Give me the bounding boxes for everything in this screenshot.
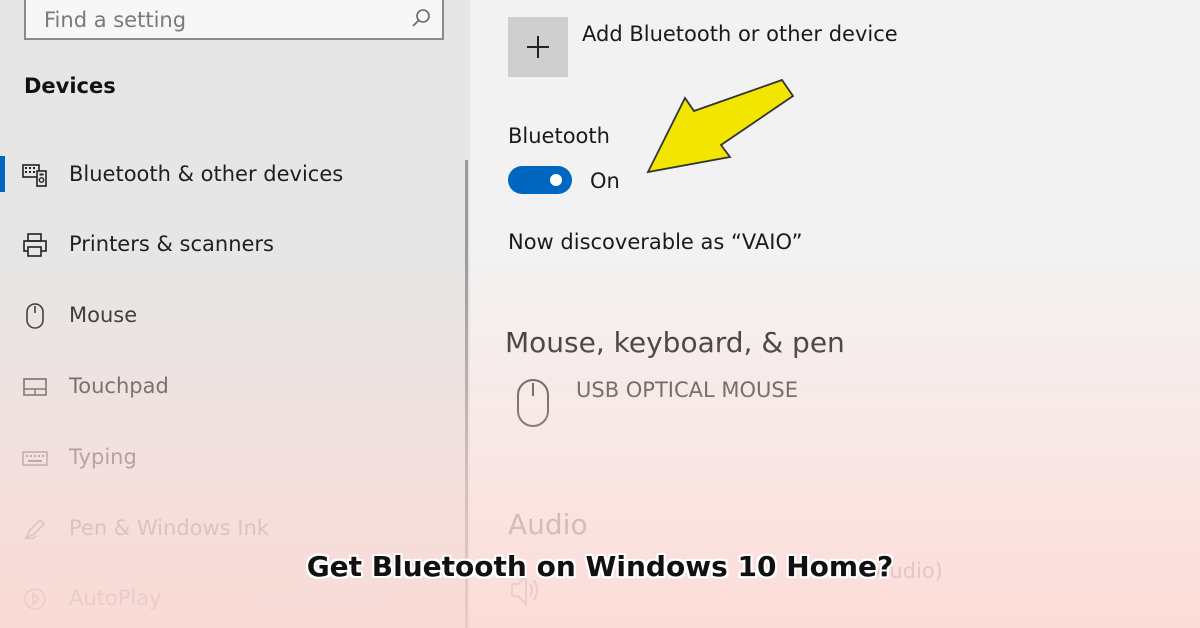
sidebar-item-label: Touchpad xyxy=(69,374,169,398)
sidebar-item-label: Printers & scanners xyxy=(69,232,274,256)
search-box[interactable]: Find a setting xyxy=(24,0,444,40)
sidebar-item-label: AutoPlay xyxy=(69,586,162,610)
sidebar-item-touchpad[interactable]: Touchpad xyxy=(0,362,460,412)
mouse-icon xyxy=(26,303,44,329)
add-device-label[interactable]: Add Bluetooth or other device xyxy=(582,22,898,46)
toggle-state-label: On xyxy=(590,169,620,193)
bluetooth-toggle[interactable] xyxy=(508,166,572,194)
sidebar-item-pen-ink[interactable]: Pen & Windows Ink xyxy=(0,504,460,554)
caption-title: Get Bluetooth on Windows 10 Home? xyxy=(306,550,894,583)
bluetooth-devices-icon xyxy=(22,164,47,187)
search-icon[interactable] xyxy=(410,8,432,30)
mouse-device-icon xyxy=(517,379,549,427)
discoverable-status: Now discoverable as “VAIO” xyxy=(508,230,803,254)
bluetooth-label: Bluetooth xyxy=(508,124,610,148)
main-panel: Add Bluetooth or other device Bluetooth … xyxy=(470,0,1200,628)
audio-heading: Audio xyxy=(508,508,588,541)
sidebar-item-typing[interactable]: Typing xyxy=(0,433,460,483)
sidebar-item-mouse[interactable]: Mouse xyxy=(0,291,460,341)
sidebar-item-printers-scanners[interactable]: Printers & scanners xyxy=(0,220,460,270)
sidebar-item-label: Mouse xyxy=(69,303,138,327)
sidebar-item-label: Typing xyxy=(69,445,137,469)
sidebar-item-label: Pen & Windows Ink xyxy=(69,516,269,540)
yellow-arrow-annotation xyxy=(646,78,795,174)
section-title: Devices xyxy=(24,74,116,98)
mouse-keyboard-pen-heading: Mouse, keyboard, & pen xyxy=(505,326,845,359)
search-input[interactable]: Find a setting xyxy=(44,8,186,32)
autoplay-icon xyxy=(24,588,46,610)
sidebar-item-bluetooth-devices[interactable]: Bluetooth & other devices xyxy=(0,150,460,200)
pen-icon xyxy=(24,518,46,540)
sidebar: Find a setting Devices Bluetooth & other… xyxy=(0,0,470,628)
add-device-button[interactable] xyxy=(508,17,568,77)
touchpad-icon xyxy=(23,378,47,396)
printer-icon xyxy=(23,233,47,257)
usb-mouse-device[interactable]: USB OPTICAL MOUSE xyxy=(576,378,798,402)
plus-icon xyxy=(527,36,549,58)
sidebar-item-label: Bluetooth & other devices xyxy=(69,162,344,186)
keyboard-icon xyxy=(22,451,48,466)
toggle-knob xyxy=(550,174,562,186)
